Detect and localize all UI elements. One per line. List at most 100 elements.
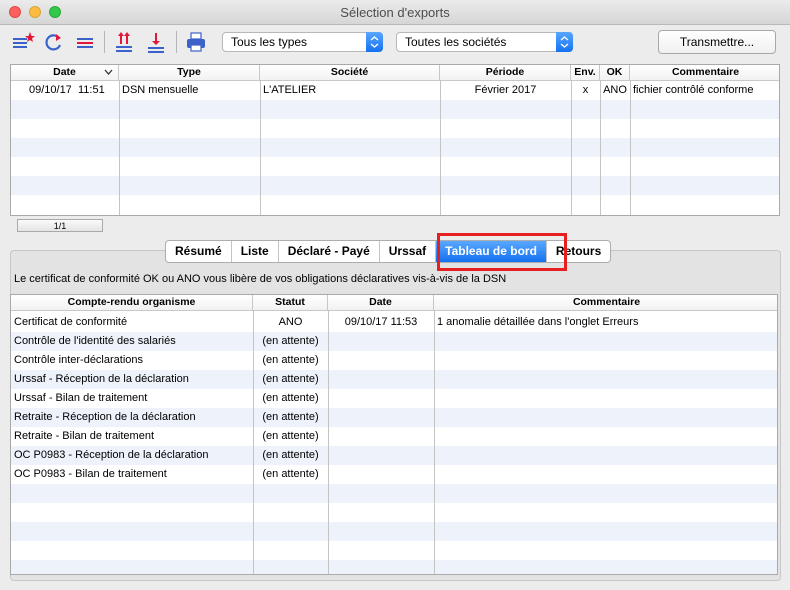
- list-icon[interactable]: [72, 29, 98, 55]
- column-divider: [571, 80, 572, 215]
- row-organism: Retraite - Réception de la déclaration: [14, 411, 196, 423]
- transmit-button[interactable]: Transmettre...: [658, 30, 776, 54]
- toolbar-separator: [104, 31, 105, 53]
- import-up-icon[interactable]: [111, 29, 137, 55]
- type-filter-select[interactable]: Tous les types: [222, 32, 383, 52]
- row-organism: Contrôle de l'identité des salariés: [14, 335, 176, 347]
- column-divider: [434, 310, 435, 574]
- column-header-type[interactable]: Type: [119, 65, 260, 80]
- tab-bar: Résumé Liste Déclaré - Payé Urssaf Table…: [165, 240, 612, 263]
- row-organism: Urssaf - Réception de la déclaration: [14, 373, 189, 385]
- empty-row: [11, 541, 777, 560]
- empty-row: [11, 195, 779, 214]
- table-header: Compte-rendu organisme Statut Date Comme…: [11, 295, 777, 311]
- row-organism: Retraite - Bilan de traitement: [14, 430, 155, 442]
- table-header: Date Type Société Période Env. OK Commen…: [11, 65, 779, 81]
- page-indicator: 1/1: [17, 219, 103, 232]
- exports-table: Date Type Société Période Env. OK Commen…: [10, 64, 780, 216]
- column-header-company[interactable]: Société: [260, 65, 440, 80]
- row-status: ANO: [278, 316, 303, 328]
- select-arrows-icon: [556, 32, 573, 52]
- select-arrows-icon: [366, 32, 383, 52]
- print-icon[interactable]: [183, 29, 209, 55]
- type-filter-value: Tous les types: [231, 35, 308, 49]
- tab-retours[interactable]: Retours: [547, 241, 610, 262]
- column-header-ok[interactable]: OK: [600, 65, 630, 80]
- empty-row: [11, 560, 777, 574]
- column-header-date[interactable]: Date: [11, 65, 119, 80]
- column-header-status[interactable]: Statut: [253, 295, 328, 310]
- company-filter-value: Toutes les sociétés: [405, 35, 507, 49]
- title-bar: Sélection d'exports: [0, 0, 790, 25]
- column-divider: [600, 80, 601, 215]
- row-status: (en attente): [262, 468, 319, 480]
- info-text: Le certificat de conformité OK ou ANO vo…: [14, 273, 507, 285]
- tab-tableau-de-bord[interactable]: Tableau de bord: [436, 241, 547, 262]
- row-status: (en attente): [262, 411, 319, 423]
- empty-row: [11, 119, 779, 138]
- column-header-comment[interactable]: Commentaire: [434, 295, 777, 310]
- toolbar-separator: [176, 31, 177, 53]
- row-organism: OC P0983 - Réception de la déclaration: [14, 449, 209, 461]
- column-header-date[interactable]: Date: [328, 295, 434, 310]
- row-organism: OC P0983 - Bilan de traitement: [14, 468, 167, 480]
- row-company: L'ATELIER: [263, 84, 317, 96]
- row-env: x: [582, 84, 589, 96]
- table-row[interactable]: Retraite - Bilan de traitement (en atten…: [11, 427, 777, 446]
- dashboard-table: Compte-rendu organisme Statut Date Comme…: [10, 294, 778, 575]
- table-row[interactable]: Certificat de conformité ANO 09/10/17 11…: [11, 313, 777, 332]
- table-row[interactable]: Contrôle inter-déclarations (en attente): [11, 351, 777, 370]
- column-divider: [253, 310, 254, 574]
- row-type: DSN mensuelle: [122, 84, 199, 96]
- row-date: 09/10/17 11:53: [344, 316, 418, 328]
- empty-row: [11, 503, 777, 522]
- empty-row: [11, 138, 779, 157]
- row-comment: 1 anomalie détaillée dans l'onglet Erreu…: [437, 316, 639, 328]
- column-divider: [260, 80, 261, 215]
- row-status: (en attente): [262, 392, 319, 404]
- window-title: Sélection d'exports: [340, 5, 450, 20]
- column-header-env[interactable]: Env.: [571, 65, 600, 80]
- new-list-star-icon[interactable]: [10, 29, 36, 55]
- table-row[interactable]: Urssaf - Bilan de traitement (en attente…: [11, 389, 777, 408]
- company-filter-select[interactable]: Toutes les sociétés: [396, 32, 573, 52]
- row-organism: Contrôle inter-déclarations: [14, 354, 144, 366]
- toolbar: Tous les types Toutes les sociétés Trans…: [0, 25, 790, 59]
- tab-resume[interactable]: Résumé: [166, 241, 232, 262]
- column-header-organism[interactable]: Compte-rendu organisme: [11, 295, 253, 310]
- table-row[interactable]: Urssaf - Réception de la déclaration (en…: [11, 370, 777, 389]
- row-ok: ANO: [603, 84, 627, 96]
- empty-row: [11, 157, 779, 176]
- column-divider: [630, 80, 631, 215]
- column-header-comment[interactable]: Commentaire: [630, 65, 779, 80]
- row-status: (en attente): [262, 373, 319, 385]
- table-row[interactable]: Retraite - Réception de la déclaration (…: [11, 408, 777, 427]
- row-comment: fichier contrôlé conforme: [633, 84, 754, 96]
- download-icon[interactable]: [143, 29, 169, 55]
- table-row[interactable]: OC P0983 - Réception de la déclaration (…: [11, 446, 777, 465]
- tab-declare-paye[interactable]: Déclaré - Payé: [279, 241, 380, 262]
- row-organism: Urssaf - Bilan de traitement: [14, 392, 148, 404]
- tab-urssaf[interactable]: Urssaf: [380, 241, 437, 262]
- table-row[interactable]: 09/10/17 11:51 DSN mensuelle L'ATELIER F…: [11, 81, 779, 100]
- empty-row: [11, 176, 779, 195]
- tab-liste[interactable]: Liste: [232, 241, 279, 262]
- table-row[interactable]: Contrôle de l'identité des salariés (en …: [11, 332, 777, 351]
- empty-row: [11, 522, 777, 541]
- empty-row: [11, 484, 777, 503]
- column-divider: [440, 80, 441, 215]
- row-status: (en attente): [262, 430, 319, 442]
- row-status: (en attente): [262, 335, 319, 347]
- empty-row: [11, 100, 779, 119]
- table-row[interactable]: OC P0983 - Bilan de traitement (en atten…: [11, 465, 777, 484]
- row-time: 11:51: [78, 84, 105, 96]
- refresh-icon[interactable]: [40, 29, 66, 55]
- row-date: 09/10/17: [29, 84, 71, 96]
- row-status: (en attente): [262, 449, 319, 461]
- column-divider: [328, 310, 329, 574]
- column-divider: [119, 80, 120, 215]
- row-status: (en attente): [262, 354, 319, 366]
- sort-chevron-down-icon: [104, 69, 113, 75]
- row-organism: Certificat de conformité: [14, 316, 128, 328]
- column-header-period[interactable]: Période: [440, 65, 571, 80]
